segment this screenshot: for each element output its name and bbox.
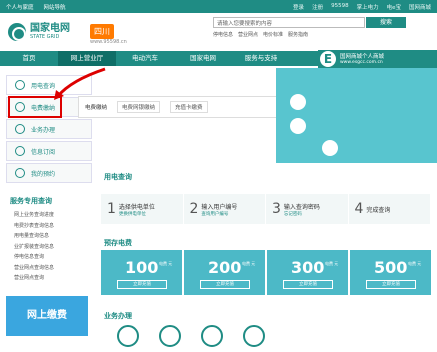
biz-title: 业务办理 [104, 312, 132, 320]
list-item[interactable]: 营业网点查询 [14, 273, 54, 284]
mall-logo-icon: E [320, 51, 336, 67]
pay-submenu: 电费缴纳 电费网银缴纳 充值卡缴费 [78, 96, 278, 118]
query-steps: 1 选择供电单位 更换供电单位 2 输入用户编号 查询用户编号 3 输入查询密码 忘记密码 … [101, 194, 431, 224]
calendar-icon [15, 168, 25, 178]
topbar-item[interactable]: 掌上电力 [357, 3, 379, 11]
recharge-button[interactable]: 立即充值 [283, 280, 333, 289]
sidebar-item-label: 业务办理 [31, 126, 56, 134]
search-button[interactable]: 搜索 [366, 17, 406, 28]
monitor-icon [15, 146, 25, 156]
logo[interactable]: 国家电网 STATE GRID [8, 23, 70, 41]
prepay-card[interactable]: 200 电费 元立即充值 [184, 250, 265, 295]
logo-en: STATE GRID [30, 34, 60, 40]
biz-icons [101, 325, 431, 352]
logo-mark-icon [8, 23, 26, 41]
province-badge[interactable]: 四川 [90, 24, 114, 39]
sidebar-item-appointment[interactable]: 我的预约 [6, 163, 92, 183]
hero-banner[interactable] [276, 68, 437, 163]
list-item[interactable]: 营业网点查询信息 [14, 263, 54, 274]
search-icon [290, 94, 306, 110]
submenu-label: 电费缴纳 [85, 105, 108, 111]
list-item[interactable]: 电费抄表查询信息 [14, 221, 54, 232]
prepay-card[interactable]: 500 电费 元立即充值 [350, 250, 431, 295]
top-bar: 个人与家庭 网站导航 登录 注册 95598 掌上电力 电e宝 国网商城 [0, 0, 437, 13]
recharge-button[interactable]: 立即充值 [366, 280, 416, 289]
user-icon[interactable] [201, 325, 223, 347]
topbar-link[interactable]: 个人与家庭 [6, 3, 34, 11]
tools-icon [322, 140, 338, 156]
step[interactable]: 4 完成查询 [348, 194, 431, 224]
prepay-cards: 100 电费 元立即充值 200 电费 元立即充值 300 电费 元立即充值 500 电… [101, 250, 431, 295]
prepay-card[interactable]: 100 电费 元立即充值 [101, 250, 182, 295]
hot-search-link[interactable]: 停电信息 [213, 31, 233, 38]
topbar-link[interactable]: 网站导航 [44, 3, 66, 11]
logo-cn: 国家电网 [30, 23, 70, 34]
register-link[interactable]: 注册 [312, 3, 323, 11]
tools-icon[interactable] [159, 325, 181, 347]
service-query-list: 网上业务查询进度 电费抄表查询信息 用电量查询信息 业扩报装查询信息 停电信息查… [14, 210, 54, 284]
submenu-option[interactable]: 电费网银缴纳 [117, 101, 161, 113]
mall-banner[interactable]: E 国网商城个人商城 www.esgcc.com.cn [318, 50, 437, 68]
submenu-option[interactable]: 充值卡缴费 [170, 101, 208, 113]
nav-support[interactable]: 服务与支持 [232, 51, 290, 66]
step[interactable]: 1 选择供电单位 更换供电单位 [101, 194, 184, 224]
sidebar-item-label: 我的预约 [31, 170, 56, 178]
nav-ev[interactable]: 电动汽车 [116, 51, 174, 66]
list-icon [15, 124, 25, 134]
hot-search-link[interactable]: 电价标准 [263, 31, 283, 38]
province-url: www.95598.cn [90, 39, 127, 45]
nav-grid[interactable]: 国家电网 [174, 51, 232, 66]
recharge-button[interactable]: 立即充值 [200, 280, 250, 289]
recharge-button[interactable]: 立即充值 [117, 280, 167, 289]
online-pay-banner[interactable]: 网上缴费 [6, 296, 88, 336]
step[interactable]: 2 输入用户编号 查询用户编号 [183, 194, 266, 224]
topbar-item[interactable]: 电e宝 [387, 3, 401, 11]
step[interactable]: 3 输入查询密码 忘记密码 [266, 194, 349, 224]
topbar-item[interactable]: 95598 [331, 3, 349, 11]
headset-icon[interactable] [117, 325, 139, 347]
list-item[interactable]: 网上业务查询进度 [14, 210, 54, 221]
list-item[interactable]: 业扩报装查询信息 [14, 242, 54, 253]
prepay-title: 预存电费 [104, 239, 132, 247]
search-input[interactable]: 请输入您要搜索的内容 [213, 17, 365, 28]
sidebar-item-business[interactable]: 业务办理 [6, 119, 92, 139]
sidebar-item-label: 信息订阅 [31, 148, 56, 156]
query-title: 用电查询 [104, 173, 132, 181]
service-query-title: 服务专用查询 [10, 197, 52, 205]
chat-icon [290, 118, 306, 134]
list-item[interactable]: 停电信息查询 [14, 252, 54, 263]
topbar-item[interactable]: 国网商城 [409, 3, 431, 11]
hot-search-link[interactable]: 服务指南 [288, 31, 308, 38]
login-link[interactable]: 登录 [293, 3, 304, 11]
mall-url: www.esgcc.com.cn [340, 60, 383, 65]
building-icon[interactable] [243, 325, 265, 347]
hot-search-link[interactable]: 营业网点 [238, 31, 258, 38]
prepay-card[interactable]: 300 电费 元立即充值 [267, 250, 348, 295]
mall-title: 国网商城个人商城 [340, 54, 385, 60]
search-icon [15, 80, 25, 90]
list-item[interactable]: 用电量查询信息 [14, 231, 54, 242]
hot-search-list: 停电信息 营业网点 电价标准 服务指南 [213, 31, 308, 38]
sidebar-item-subscribe[interactable]: 信息订阅 [6, 141, 92, 161]
